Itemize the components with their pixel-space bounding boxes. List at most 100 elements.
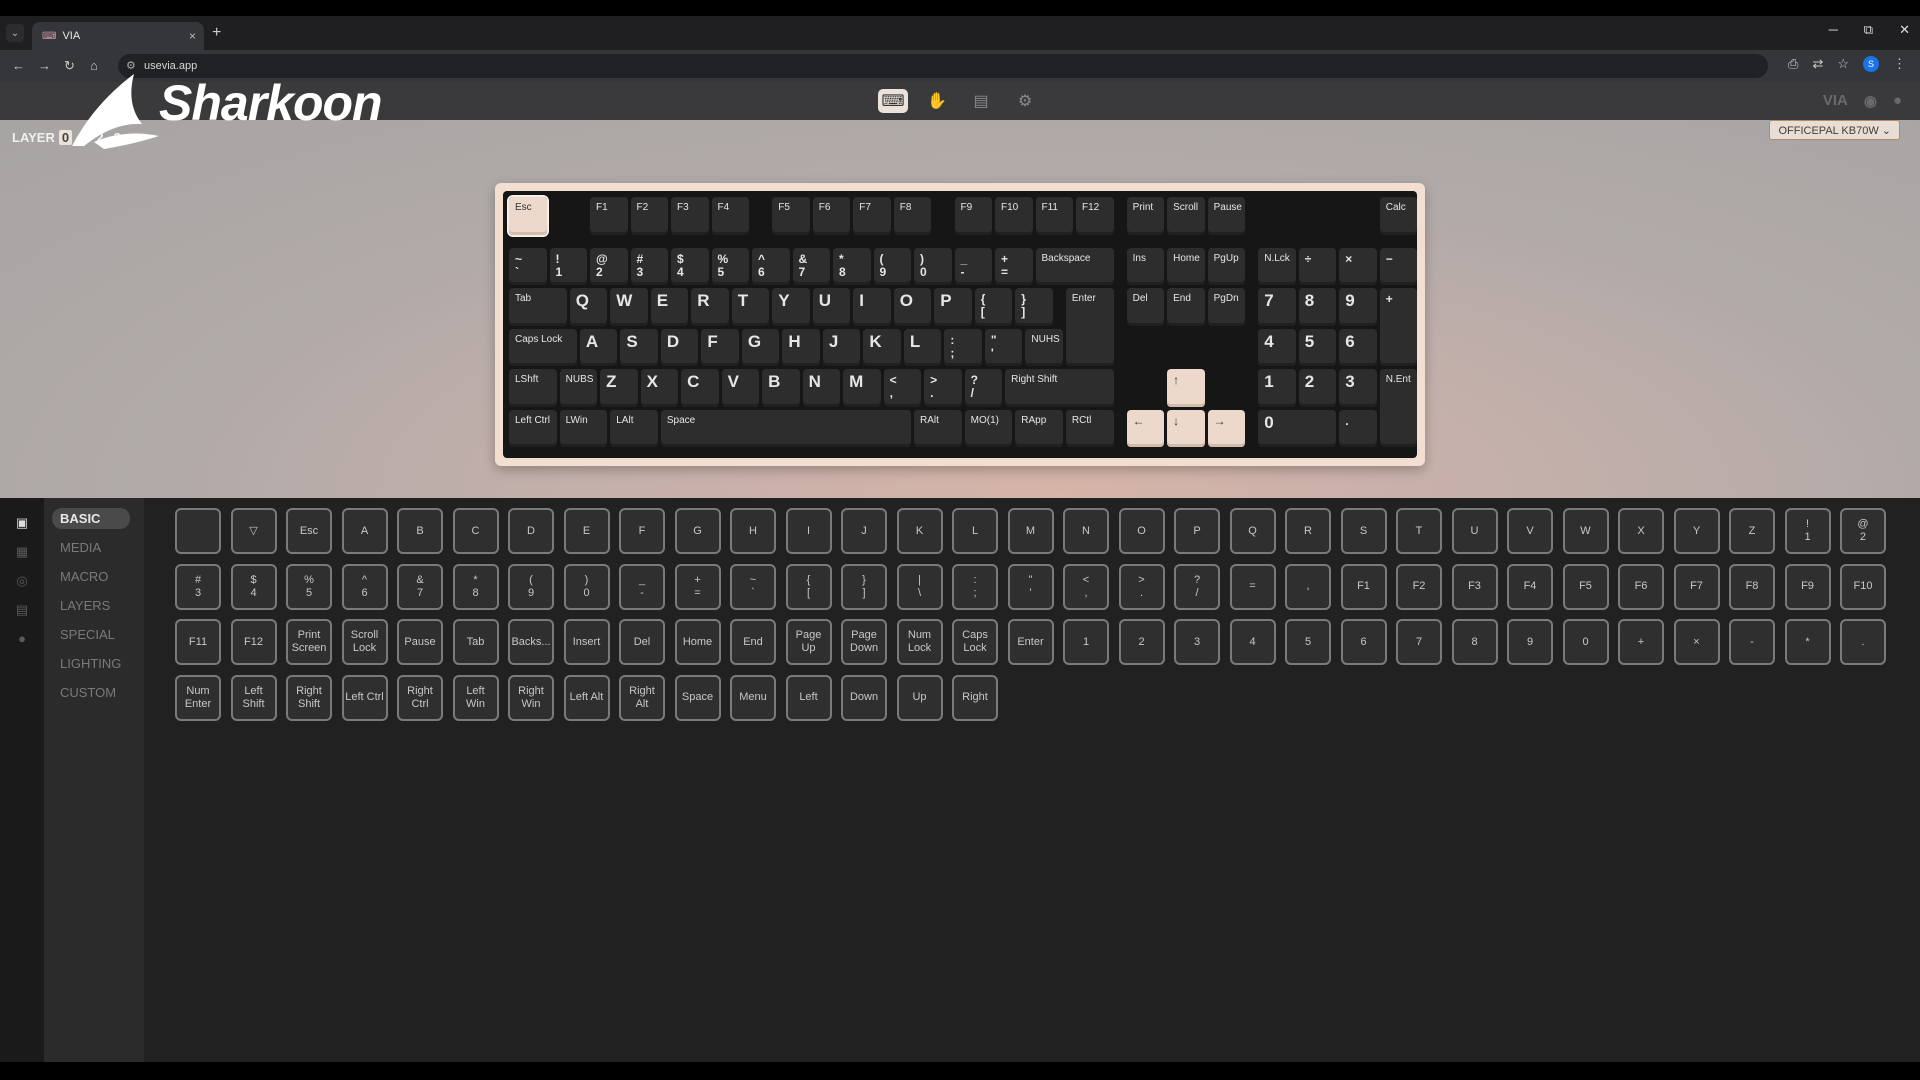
key-_[interactable]: ←	[1126, 409, 1165, 448]
keycode-enter[interactable]: Enter	[1007, 619, 1054, 665]
key-d[interactable]: D	[660, 328, 699, 367]
keycode-f3[interactable]: F3	[1451, 563, 1498, 610]
keycode-z[interactable]: Z	[1729, 508, 1775, 554]
keycode-_-_[interactable]: } ]	[841, 563, 887, 610]
keycode-_-_[interactable]: < ,	[1063, 563, 1109, 610]
keycode-_[interactable]: ×	[1673, 619, 1720, 665]
keycode-right-shift[interactable]: Right Shift	[286, 674, 332, 721]
keycode-d[interactable]: D	[508, 508, 554, 554]
key-_[interactable]: ×	[1339, 247, 1377, 286]
github-icon[interactable]: ●	[1893, 92, 1902, 110]
keycode-f11[interactable]: F11	[175, 619, 221, 665]
keycode-r[interactable]: R	[1285, 508, 1331, 554]
key-ins[interactable]: Ins	[1126, 247, 1165, 286]
key-f11[interactable]: F11	[1035, 197, 1073, 235]
keycode-a[interactable]: A	[341, 508, 388, 554]
keycode-0[interactable]: 0	[1562, 619, 1609, 665]
key-_-_[interactable]: < ,	[883, 369, 922, 407]
keycode-insert[interactable]: Insert	[563, 619, 610, 665]
keycode-f10[interactable]: F10	[1840, 563, 1886, 610]
keycode-y[interactable]: Y	[1673, 508, 1720, 554]
keyboard-mode-icon[interactable]: ⌨	[878, 89, 908, 113]
key-_-5[interactable]: % 5	[711, 247, 749, 286]
keycode-4[interactable]: 4	[1229, 619, 1276, 665]
back-icon[interactable]: ←	[12, 58, 25, 73]
keycode-up[interactable]: Up	[896, 674, 943, 721]
key-3[interactable]: 3	[1339, 369, 1377, 407]
category-macro[interactable]: MACRO	[52, 566, 130, 587]
keycode-8[interactable]: 8	[1451, 619, 1498, 665]
keycode-f6[interactable]: F6	[1618, 563, 1664, 610]
keycode-num-enter[interactable]: Num Enter	[175, 674, 221, 721]
key-x[interactable]: X	[640, 369, 679, 407]
key-a[interactable]: A	[579, 328, 618, 367]
close-window-icon[interactable]: ✕	[1899, 22, 1910, 38]
keycode-c[interactable]: C	[452, 508, 499, 554]
key-f7[interactable]: F7	[853, 197, 891, 235]
key-_-6[interactable]: ^ 6	[752, 247, 790, 286]
key-_-1[interactable]: ! 1	[549, 247, 587, 286]
key-enter[interactable]: Enter	[1065, 288, 1114, 367]
keycode-w[interactable]: W	[1562, 508, 1609, 554]
keycode-menu[interactable]: Menu	[730, 674, 776, 721]
keycode-f5[interactable]: F5	[1562, 563, 1609, 610]
maximize-icon[interactable]: ⧉	[1864, 22, 1873, 38]
key-g[interactable]: G	[741, 328, 780, 367]
key-_-_[interactable]: > .	[924, 369, 962, 407]
key-v[interactable]: V	[721, 369, 760, 407]
keycode-_-6[interactable]: ^ 6	[341, 563, 388, 610]
key-l[interactable]: L	[903, 328, 942, 367]
key-p[interactable]: P	[934, 288, 972, 326]
keycode-_[interactable]: ▽	[230, 508, 277, 554]
keycode-_-5[interactable]: % 5	[286, 563, 332, 610]
keycode-f7[interactable]: F7	[1673, 563, 1720, 610]
key-0[interactable]: 0	[1258, 409, 1337, 448]
settings-icon[interactable]: ⚙	[1010, 89, 1040, 113]
key-6[interactable]: 6	[1339, 328, 1377, 367]
key-_-_[interactable]: } ]	[1015, 288, 1053, 326]
keycode-page-down[interactable]: Page Down	[841, 619, 887, 665]
key-lwin[interactable]: LWin	[559, 409, 608, 448]
disc-icon[interactable]: ◎	[0, 566, 44, 595]
keycode-left_alt[interactable]: Left Alt	[563, 674, 610, 721]
test-mode-icon[interactable]: ✋	[922, 89, 952, 113]
key-e[interactable]: E	[650, 288, 689, 326]
key-pause[interactable]: Pause	[1207, 197, 1246, 235]
key-f10[interactable]: F10	[995, 197, 1033, 235]
key-_-_[interactable]: { [	[974, 288, 1013, 326]
keycode-x[interactable]: X	[1618, 508, 1664, 554]
key-print[interactable]: Print	[1126, 197, 1165, 235]
keycode-left[interactable]: Left	[785, 674, 832, 721]
via-logo[interactable]: VIA	[1823, 92, 1848, 110]
new-tab-button[interactable]: +	[212, 24, 221, 42]
key-_-3[interactable]: # 3	[630, 247, 668, 286]
key-rapp[interactable]: RApp	[1015, 409, 1063, 448]
key-8[interactable]: 8	[1298, 288, 1337, 326]
key-_[interactable]: ↓	[1167, 409, 1205, 448]
keycode-left_ctrl[interactable]: Left Ctrl	[341, 674, 388, 721]
keycode-caps-lock[interactable]: Caps Lock	[952, 619, 998, 665]
category-media[interactable]: MEDIA	[52, 537, 130, 558]
keycode-_-_[interactable]: | \	[896, 563, 943, 610]
keyboard-select[interactable]: OFFICEPAL KB70W ⌄	[1769, 120, 1900, 140]
key-lshft[interactable]: LShft	[509, 369, 557, 407]
keycode-right-alt[interactable]: Right Alt	[619, 674, 665, 721]
key-f3[interactable]: F3	[671, 197, 709, 235]
key-f6[interactable]: F6	[812, 197, 851, 235]
key-_[interactable]: ↑	[1167, 369, 1205, 407]
key-caps_lock[interactable]: Caps Lock	[509, 328, 577, 367]
key-space[interactable]: Space	[660, 409, 911, 448]
key-s[interactable]: S	[620, 328, 658, 367]
key-scroll[interactable]: Scroll	[1167, 197, 1205, 235]
keycode-_-_[interactable]: { [	[785, 563, 832, 610]
key-5[interactable]: 5	[1298, 328, 1337, 367]
key-_[interactable]: ÷	[1298, 247, 1337, 286]
key-t[interactable]: T	[731, 288, 770, 326]
keycode-_-_[interactable]: ~ `	[730, 563, 776, 610]
keycode-left-win[interactable]: Left Win	[452, 674, 499, 721]
category-basic[interactable]: BASIC	[52, 508, 130, 529]
keycode-v[interactable]: V	[1507, 508, 1553, 554]
more-icon[interactable]: ⋮	[1893, 56, 1906, 72]
key-f2[interactable]: F2	[630, 197, 668, 235]
key-_-0[interactable]: ) 0	[914, 247, 952, 286]
